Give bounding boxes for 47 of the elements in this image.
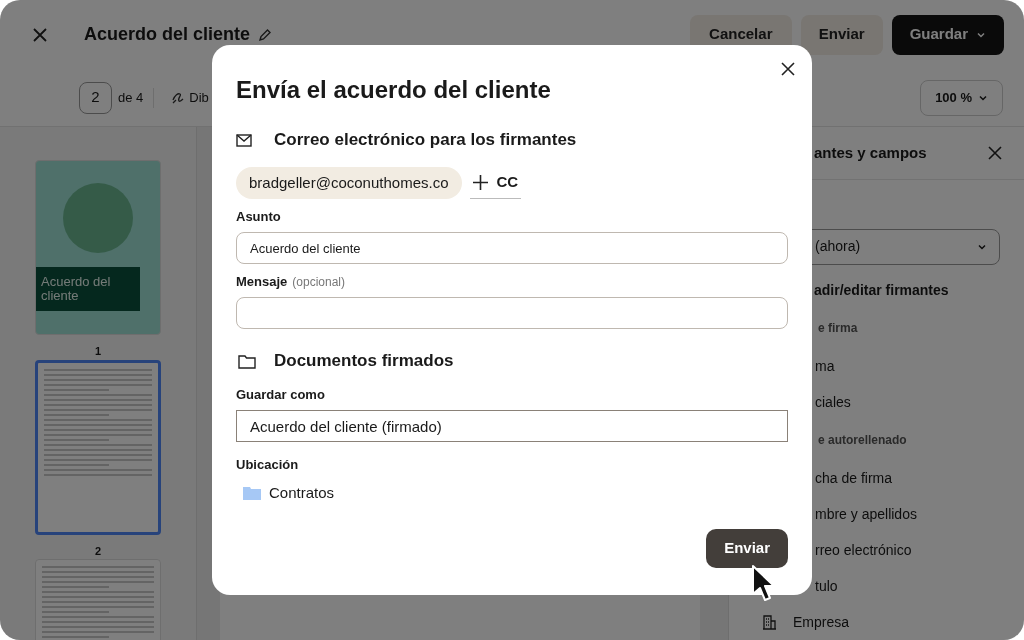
- add-cc-button[interactable]: CC: [469, 167, 522, 199]
- section-heading: Correo electrónico para los firmantes: [274, 129, 577, 152]
- draw-icon[interactable]: [171, 90, 186, 105]
- page-number: 1: [93, 344, 103, 359]
- subject-field[interactable]: Acuerdo del cliente: [236, 232, 788, 264]
- send-button[interactable]: Enviar: [706, 529, 788, 568]
- zoom-dropdown[interactable]: 100 %: [920, 79, 1003, 116]
- page-thumbnail[interactable]: Acuerdo del cliente: [35, 160, 161, 335]
- section-heading: e firma: [818, 320, 858, 337]
- optional-hint: (opcional): [292, 274, 345, 291]
- field-item[interactable]: ciales: [815, 391, 851, 413]
- document-title: Acuerdo del cliente: [84, 23, 251, 47]
- field-label: Mensaje: [236, 273, 288, 292]
- recipient-chip[interactable]: bradgeller@coconuthomes.co: [236, 167, 462, 199]
- save-button[interactable]: Guardar: [891, 14, 1004, 55]
- field-item[interactable]: ma: [815, 355, 835, 377]
- draw-tool-label[interactable]: Dib: [189, 87, 209, 108]
- field-item[interactable]: tulo: [815, 575, 838, 597]
- field-label: Asunto: [236, 208, 281, 227]
- close-icon[interactable]: [781, 62, 795, 76]
- add-signers-link[interactable]: adir/editar firmantes: [814, 279, 949, 301]
- field-item[interactable]: Empresa: [793, 611, 850, 633]
- plus-icon: [472, 175, 488, 190]
- section-heading: Documentos firmados: [274, 350, 454, 373]
- folder-name[interactable]: Contratos: [269, 481, 335, 505]
- field-item[interactable]: mbre y apellidos: [815, 503, 917, 525]
- page-number-field[interactable]: 2: [79, 81, 112, 114]
- folder-icon: [243, 486, 261, 500]
- building-icon: [762, 614, 777, 630]
- folder-icon: [238, 353, 256, 369]
- section-heading: e autorellenado: [818, 432, 907, 449]
- message-field[interactable]: [236, 297, 788, 329]
- page-thumbnail[interactable]: [35, 359, 161, 535]
- field-label: Guardar como: [236, 386, 325, 405]
- cover-title: Acuerdo del cliente: [36, 267, 140, 311]
- field-label: Ubicación: [236, 456, 299, 475]
- page-count: de 4: [118, 88, 144, 107]
- file-name-field[interactable]: Acuerdo del cliente (firmado): [236, 410, 788, 442]
- mail-icon: [236, 133, 252, 147]
- pencil-icon[interactable]: [258, 27, 273, 42]
- page-number: 2: [93, 543, 103, 559]
- field-item[interactable]: rreo electrónico: [815, 539, 912, 561]
- caret-icon: [977, 242, 987, 252]
- panel-title: antes y campos: [814, 142, 927, 163]
- field-item[interactable]: cha de firma: [815, 467, 893, 489]
- send-button[interactable]: Enviar: [800, 14, 883, 55]
- dialog-title: Envía el acuerdo del cliente: [236, 75, 552, 105]
